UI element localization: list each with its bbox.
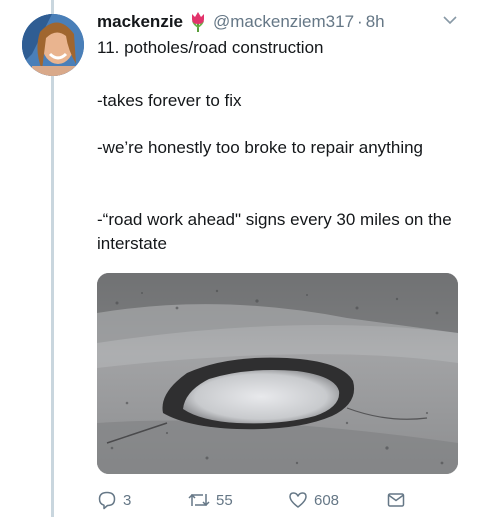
pothole-image: [97, 273, 458, 474]
reply-count: 3: [123, 491, 132, 509]
envelope-icon: [387, 493, 405, 507]
retweet-button[interactable]: 55: [188, 488, 233, 512]
chevron-down-icon[interactable]: [442, 14, 458, 26]
tweet-line-1: -takes forever to fix: [97, 91, 242, 110]
tweet-line-3: -“road work ahead" signs every 30 miles …: [97, 210, 452, 253]
thread-line: [51, 0, 54, 517]
direct-message-button[interactable]: [386, 488, 412, 512]
tweet-photo[interactable]: [97, 273, 458, 474]
retweet-icon: [188, 493, 210, 507]
like-count: 608: [314, 491, 340, 509]
reply-icon: [98, 491, 116, 510]
tweet-line-title: 11. potholes/road construction: [97, 38, 324, 57]
avatar[interactable]: [22, 14, 84, 76]
separator-dot: ·: [357, 12, 363, 31]
like-button[interactable]: 608: [288, 488, 339, 512]
tweet-line-2: -we’re honestly too broke to repair anyt…: [97, 138, 424, 157]
timestamp[interactable]: 8h: [366, 12, 385, 32]
author-name[interactable]: mackenzie: [97, 12, 183, 32]
tweet-header: mackenzie @mackenziem317 · 8h: [97, 10, 385, 34]
reply-button[interactable]: 3: [97, 488, 131, 512]
heart-icon: [289, 492, 307, 508]
author-handle[interactable]: @mackenziem317: [213, 12, 354, 32]
retweet-count: 55: [216, 491, 233, 509]
tulip-icon: [192, 12, 204, 32]
tweet-actions: 3 55 608: [97, 488, 457, 512]
avatar-photo: [22, 14, 84, 76]
